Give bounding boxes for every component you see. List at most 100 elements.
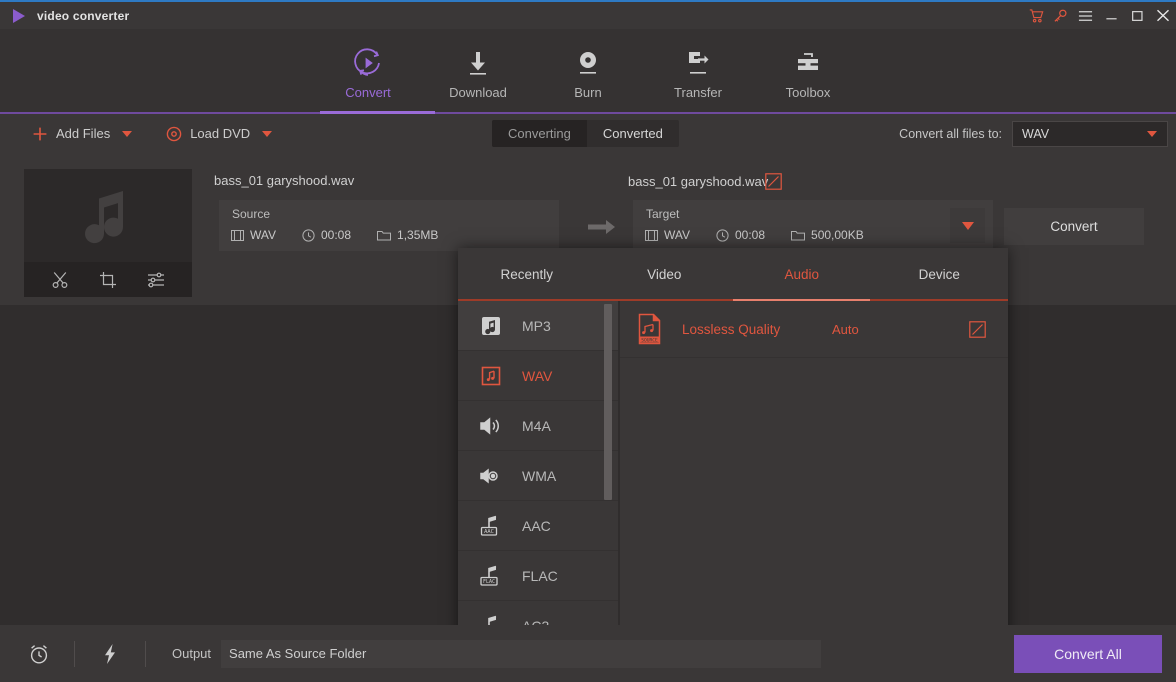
preset-edit-icon[interactable] bbox=[968, 320, 986, 338]
lightning-bolt-icon[interactable] bbox=[97, 641, 123, 667]
format-label-wma: WMA bbox=[522, 467, 557, 484]
clock-icon bbox=[302, 228, 315, 242]
source-audio-file-icon: SOURCE bbox=[634, 312, 668, 346]
format-tab-device[interactable]: Device bbox=[871, 248, 1009, 301]
source-duration-text: 00:08 bbox=[321, 228, 352, 242]
source-size-text: 1,35MB bbox=[397, 228, 439, 242]
music-note-icon bbox=[24, 169, 192, 262]
download-arrow-icon bbox=[462, 43, 494, 83]
convert-all-to-group: Convert all files to: WAV bbox=[899, 120, 1168, 148]
target-filename: bass_01 garyshood.wav bbox=[628, 174, 769, 189]
nav-item-download[interactable]: Download bbox=[423, 29, 533, 114]
bottom-bar: Output Same As Source Folder Convert All bbox=[0, 625, 1176, 682]
preset-name: Lossless Quality bbox=[682, 321, 781, 337]
format-item-mp3[interactable]: MP3 bbox=[458, 301, 618, 351]
source-format-text: WAV bbox=[250, 228, 276, 242]
title-bar: video converter bbox=[0, 2, 1176, 29]
main-nav: Convert Download Burn Transfer Toolbox bbox=[0, 29, 1176, 114]
convert-circle-play-icon bbox=[351, 43, 385, 83]
load-dvd-caret-icon[interactable] bbox=[262, 130, 273, 137]
aac-note-icon: AAC bbox=[476, 511, 506, 541]
load-dvd-label: Load DVD bbox=[190, 126, 251, 141]
nav-label-toolbox: Toolbox bbox=[785, 85, 831, 100]
disc-icon bbox=[166, 126, 182, 141]
convert-all-to-select[interactable]: WAV bbox=[1012, 121, 1168, 147]
nav-item-toolbox[interactable]: Toolbox bbox=[753, 29, 863, 114]
nav-item-convert[interactable]: Convert bbox=[313, 29, 423, 114]
format-tab-video[interactable]: Video bbox=[596, 248, 734, 301]
svg-text:FLAC: FLAC bbox=[483, 579, 495, 585]
convert-all-to-value: WAV bbox=[1022, 127, 1050, 141]
source-info-box: Source WAV 00:08 1,35MB bbox=[219, 200, 559, 251]
format-item-wma[interactable]: WMA bbox=[458, 451, 618, 501]
format-label-wav: WAV bbox=[522, 367, 553, 384]
format-item-aac[interactable]: AAC AAC bbox=[458, 501, 618, 551]
add-files-button[interactable]: Add Files bbox=[32, 114, 133, 153]
nav-label-convert: Convert bbox=[345, 85, 391, 100]
alarm-clock-icon[interactable] bbox=[26, 641, 52, 667]
plus-icon bbox=[33, 127, 47, 140]
key-icon[interactable] bbox=[1048, 2, 1072, 29]
wav-note-icon bbox=[476, 361, 506, 391]
tab-converted[interactable]: Converted bbox=[587, 120, 679, 147]
target-duration: 00:08 bbox=[716, 228, 765, 242]
format-dropdown-panel: Recently Video Audio Device MP3 WAV M4A … bbox=[458, 248, 1008, 682]
trim-icon[interactable] bbox=[49, 269, 71, 291]
app-title: video converter bbox=[37, 8, 130, 23]
bottom-bar-divider-1 bbox=[74, 640, 75, 667]
converting-converted-tabs: Converting Converted bbox=[492, 120, 679, 147]
svg-text:SOURCE: SOURCE bbox=[641, 337, 658, 343]
format-item-m4a[interactable]: M4A bbox=[458, 401, 618, 451]
output-path-value: Same As Source Folder bbox=[229, 646, 367, 661]
source-size: 1,35MB bbox=[377, 228, 438, 242]
add-files-caret-icon[interactable] bbox=[122, 130, 133, 137]
speaker-icon bbox=[476, 411, 506, 441]
crop-icon[interactable] bbox=[97, 269, 119, 291]
source-duration: 00:08 bbox=[302, 228, 351, 242]
format-list-scrollbar-thumb[interactable] bbox=[604, 304, 612, 500]
chevron-down-icon bbox=[961, 221, 974, 230]
add-files-label: Add Files bbox=[56, 126, 111, 141]
target-format: WAV bbox=[645, 228, 690, 242]
format-item-flac[interactable]: FLAC FLAC bbox=[458, 551, 618, 601]
nav-item-transfer[interactable]: Transfer bbox=[643, 29, 753, 114]
target-rename-edit-icon[interactable] bbox=[764, 172, 782, 190]
thumbnail-tools bbox=[24, 262, 192, 297]
burn-disc-icon bbox=[572, 43, 604, 83]
preset-row-lossless-quality[interactable]: SOURCE Lossless Quality Auto bbox=[620, 301, 1008, 358]
bottom-bar-divider-2 bbox=[145, 640, 146, 667]
toolbox-icon bbox=[792, 43, 824, 83]
output-path-field[interactable]: Same As Source Folder bbox=[221, 639, 822, 668]
target-format-dropdown-button[interactable] bbox=[950, 208, 985, 243]
load-dvd-button[interactable]: Load DVD bbox=[166, 114, 273, 153]
format-label-m4a: M4A bbox=[522, 417, 551, 434]
menu-icon[interactable] bbox=[1072, 2, 1098, 29]
folder-icon bbox=[377, 230, 392, 241]
format-tab-recently[interactable]: Recently bbox=[458, 248, 596, 301]
minimize-button[interactable] bbox=[1098, 2, 1124, 29]
source-title: Source bbox=[232, 207, 271, 221]
film-icon bbox=[231, 229, 244, 241]
convert-button[interactable]: Convert bbox=[1004, 208, 1144, 245]
target-size: 500,00KB bbox=[791, 228, 864, 242]
format-item-wav[interactable]: WAV bbox=[458, 351, 618, 401]
close-button[interactable] bbox=[1150, 2, 1176, 29]
convert-all-to-label: Convert all files to: bbox=[899, 127, 1002, 141]
effect-icon[interactable] bbox=[145, 269, 167, 291]
target-size-text: 500,00KB bbox=[811, 228, 864, 242]
clock-icon bbox=[716, 228, 729, 242]
nav-label-transfer: Transfer bbox=[674, 85, 722, 100]
maximize-button[interactable] bbox=[1124, 2, 1150, 29]
file-thumbnail[interactable] bbox=[24, 169, 192, 297]
format-tab-audio[interactable]: Audio bbox=[733, 248, 871, 301]
convert-all-button[interactable]: Convert All bbox=[1014, 635, 1162, 673]
window-controls bbox=[1024, 2, 1176, 29]
play-triangle-icon bbox=[10, 8, 28, 24]
folder-icon bbox=[791, 230, 806, 241]
app-window: video converter Convert Download Burn Tr… bbox=[0, 0, 1176, 682]
film-icon bbox=[645, 229, 658, 241]
output-label: Output bbox=[172, 646, 212, 661]
tab-converting[interactable]: Converting bbox=[492, 120, 587, 147]
cart-icon[interactable] bbox=[1024, 2, 1048, 29]
nav-item-burn[interactable]: Burn bbox=[533, 29, 643, 114]
